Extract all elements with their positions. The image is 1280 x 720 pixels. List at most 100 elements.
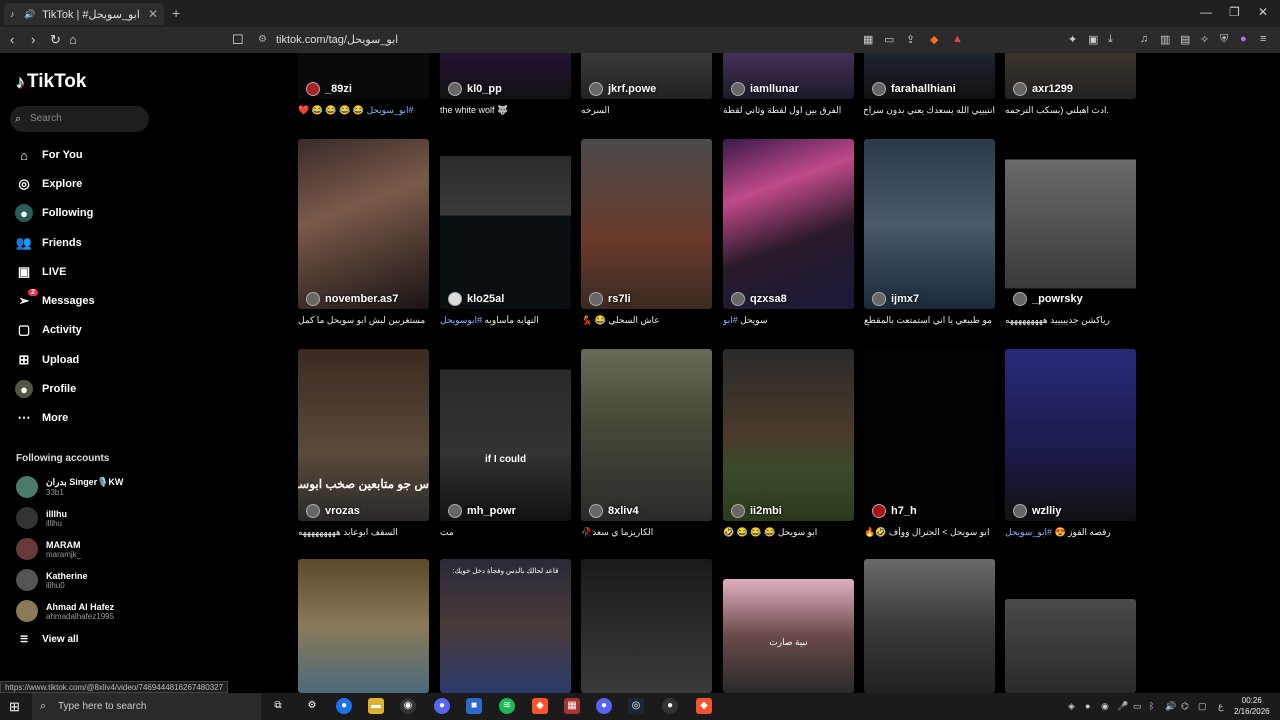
cast-icon[interactable]: ▭	[884, 33, 894, 46]
brave-rewards-icon[interactable]: ▲	[952, 33, 963, 45]
download-icon[interactable]: ⤓	[1108, 33, 1113, 46]
taskbar-search-input[interactable]: ⌕ Type here to search	[32, 693, 261, 720]
settings-icon[interactable]: ⚙	[304, 698, 320, 714]
video-thumbnail[interactable]: _powrsky	[1005, 139, 1136, 309]
video-thumbnail[interactable]	[1005, 599, 1136, 693]
tiktok-logo[interactable]: ♪ TikTok	[16, 71, 86, 93]
video-thumbnail[interactable]: qzxsa8	[723, 139, 854, 309]
video-card[interactable]: rs7li عاش السحلي 😂 💃	[581, 139, 712, 326]
windows-start-icon[interactable]: ⊞	[9, 699, 20, 715]
video-card[interactable]: jkrf.powe السرخه	[581, 53, 712, 116]
volume-icon[interactable]: 🔊	[1165, 701, 1176, 712]
spotify-icon[interactable]: ≋	[499, 698, 515, 714]
video-thumbnail[interactable]: rs7li	[581, 139, 712, 309]
video-card[interactable]	[864, 559, 995, 693]
video-card[interactable]: _powrsky رياكشن جديييييد هههههههههه	[1005, 139, 1136, 326]
video-thumbnail[interactable]: november.as7	[298, 139, 429, 309]
chrome-icon[interactable]: ●	[336, 698, 352, 714]
site-info-icon[interactable]: ⚙	[258, 30, 267, 50]
video-thumbnail[interactable]: wzlliy	[1005, 349, 1136, 521]
extensions-icon[interactable]: ✦	[1068, 33, 1077, 46]
hashtag-link[interactable]: #ابو_سويحل	[367, 105, 414, 115]
nav-following[interactable]: ● Following	[15, 203, 93, 223]
video-thumbnail[interactable]: iamllunar	[723, 53, 854, 99]
video-thumbnail[interactable]: ijmx7	[864, 139, 995, 309]
app-icon[interactable]: ◉	[400, 698, 416, 714]
video-thumbnail[interactable]	[298, 559, 429, 693]
video-card[interactable]	[298, 559, 429, 693]
nav-live[interactable]: ▣ LIVE	[15, 262, 67, 282]
nav-for-you[interactable]: ⌂ For You	[15, 145, 82, 165]
video-card[interactable]: farahallhiani انتيييي الله يسعدك يعني بد…	[864, 53, 995, 116]
share-icon[interactable]: ⇪	[906, 33, 915, 46]
video-card[interactable]: november.as7 مستغربين ليش ابو سويحل ما ك…	[298, 139, 429, 326]
hashtag-link[interactable]: #ابو	[723, 315, 738, 325]
tab-close-icon[interactable]: ✕	[148, 7, 158, 21]
store-icon[interactable]: ■	[466, 698, 482, 714]
bookmark-icon[interactable]: ☐	[232, 32, 244, 48]
video-card[interactable]: ijmx7 مو طبيعي يا اني استمتعت بالمقطع	[864, 139, 995, 326]
steam-icon[interactable]: ◎	[628, 698, 644, 714]
video-card[interactable]: iamllunar الفرق بين اول لقطة وثاني لقطة	[723, 53, 854, 116]
bluetooth-icon[interactable]: ᛒ	[1149, 701, 1154, 711]
messenger-icon[interactable]: ●	[434, 698, 450, 714]
video-thumbnail[interactable]: _89zi	[298, 53, 429, 99]
video-thumbnail[interactable]: jkrf.powe	[581, 53, 712, 99]
video-card[interactable]: س جو متابعين صخب ابوسويحل vrozas السقف ا…	[298, 349, 429, 538]
nav-activity[interactable]: ▢ Activity	[15, 320, 82, 340]
nav-explore[interactable]: ◎ Explore	[15, 174, 82, 194]
close-window-icon[interactable]: ✕	[1258, 5, 1268, 19]
video-thumbnail[interactable]: kl0_pp	[440, 53, 571, 99]
profile-browser-icon[interactable]: ●	[1240, 33, 1247, 45]
account-item[interactable]: Ahmad Al Hafez ahmadalhafez1995	[16, 597, 114, 625]
nav-friends[interactable]: 👥 Friends	[15, 233, 82, 253]
account-item[interactable]: MARAM maramjk_	[16, 535, 81, 563]
reader-icon[interactable]: ▦	[863, 33, 873, 46]
video-card[interactable]	[581, 559, 712, 693]
video-thumbnail[interactable]: axr1299	[1005, 53, 1136, 99]
restore-icon[interactable]: ❐	[1229, 5, 1240, 19]
video-thumbnail[interactable]: if I could mh_powr	[440, 349, 571, 521]
tray-icon[interactable]: ◉	[1101, 701, 1109, 712]
view-all-button[interactable]: ☰ View all	[20, 634, 79, 645]
video-card[interactable]: 8xliv4 الكاريزما ي سعد🥀	[581, 349, 712, 538]
account-item[interactable]: بدران Singer🎙️KW 33b1	[16, 473, 123, 501]
media-icon[interactable]: ♫	[1140, 33, 1148, 45]
video-card[interactable]: _89zi #ابو_سويحل 😂 😂 😂 😂 ❤️	[298, 53, 429, 116]
tray-icon[interactable]: ▭	[1133, 701, 1142, 712]
nav-upload[interactable]: ⊞ Upload	[15, 350, 80, 370]
task-view-icon[interactable]: ⧉	[270, 698, 286, 714]
hashtag-link[interactable]: #ابوسويحل	[440, 315, 482, 325]
video-thumbnail[interactable]: س جو متابعين صخب ابوسويحل vrozas	[298, 349, 429, 521]
reload-icon[interactable]: ↻	[50, 32, 61, 48]
language-indicator[interactable]: ع	[1218, 701, 1223, 712]
app-grid-icon[interactable]: ▦	[564, 698, 580, 714]
back-icon[interactable]: ‹	[10, 32, 14, 47]
video-thumbnail[interactable]: نبية صارت	[723, 579, 854, 693]
nav-messages[interactable]: ➢ 2 Messages	[15, 289, 95, 311]
nav-more[interactable]: ⋯ More	[15, 408, 69, 428]
account-item[interactable]: illlhu illlhu	[16, 504, 67, 532]
leo-icon[interactable]: ✧	[1200, 33, 1209, 46]
video-card[interactable]: if I could mh_powr مت	[440, 349, 571, 538]
video-card[interactable]: wzlliy رقصه الفوز 😍 #ابو_سويحل	[1005, 349, 1136, 538]
video-card[interactable]	[1005, 599, 1136, 693]
video-thumbnail[interactable]: klo25al	[440, 139, 571, 309]
github-icon[interactable]: ●	[662, 698, 678, 714]
hashtag-link[interactable]: #ابو_سويحل	[1005, 527, 1052, 537]
tray-icon[interactable]: ●	[1085, 701, 1090, 711]
video-card[interactable]: نبية صارت	[723, 579, 854, 693]
video-card[interactable]: kl0_pp the white wolf 🐺	[440, 53, 571, 116]
vpn-icon[interactable]: ⛨	[1220, 33, 1228, 46]
tray-icon[interactable]: ◈	[1068, 701, 1075, 712]
video-card[interactable]: h7_h ابو سويحل > الجنرال ووأف 🤣🔥	[864, 349, 995, 538]
nav-profile[interactable]: ● Profile	[15, 379, 76, 399]
microphone-icon[interactable]: 🎤	[1117, 701, 1128, 712]
sidebar-toggle-icon[interactable]: ▥	[1160, 33, 1170, 46]
browser-tab[interactable]: ♪ 🔊 TikTok | #ابو_سويحل ✕	[4, 3, 164, 25]
video-thumbnail[interactable]: قاعد لحالك بالدس وفجأة دخل خويك:	[440, 559, 571, 693]
speaker-icon[interactable]: 🔊	[24, 9, 35, 19]
menu-icon[interactable]: ≡	[1260, 33, 1266, 45]
video-thumbnail[interactable]: ii2mbi	[723, 349, 854, 521]
video-thumbnail[interactable]	[581, 559, 712, 693]
